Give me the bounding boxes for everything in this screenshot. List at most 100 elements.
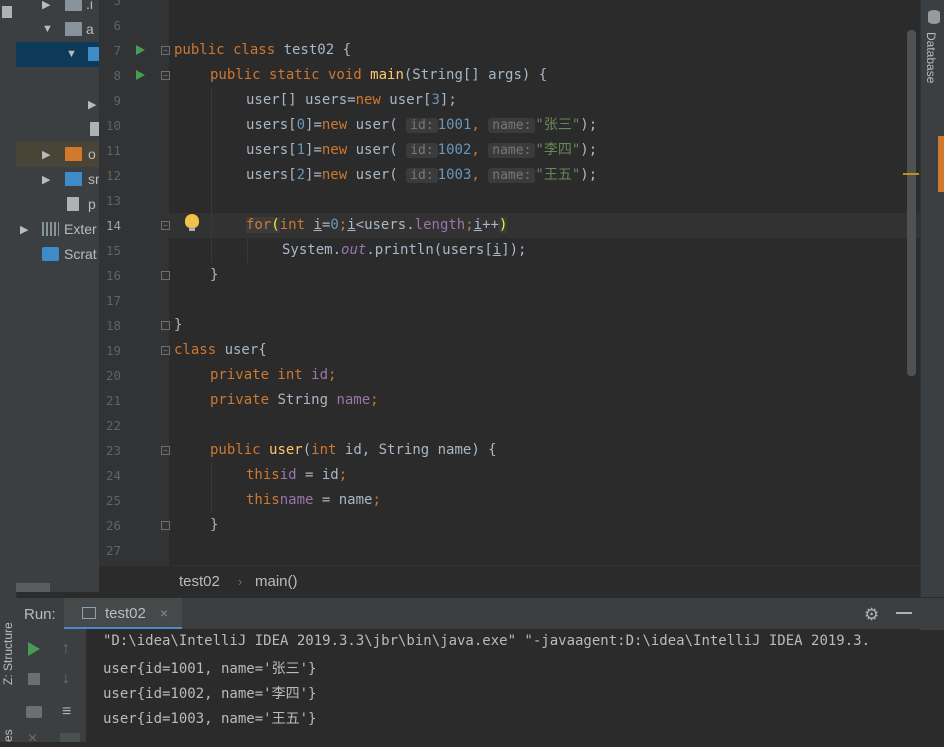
console-line: user{id=1001, name='张三'}: [103, 661, 317, 677]
code-line: thisid = id;: [246, 467, 348, 483]
structure-tab[interactable]: Z: Structure: [0, 600, 16, 685]
line-number: 15: [105, 243, 121, 258]
collapse-arrow-icon[interactable]: ▼: [42, 23, 53, 35]
line-number: 6: [113, 18, 121, 33]
parameter-hint: id:: [406, 118, 438, 133]
code-line: users[1]=new user( id: 1002, name: "李四");: [246, 142, 598, 158]
scroll-to-end-icon[interactable]: [60, 733, 80, 742]
folder-icon: [65, 0, 82, 11]
up-arrow-icon[interactable]: ↑: [62, 641, 70, 657]
stop-icon[interactable]: [28, 673, 40, 685]
collapse-arrow-icon[interactable]: ▼: [66, 48, 77, 60]
expand-arrow-icon[interactable]: ▶: [88, 98, 96, 111]
tree-item[interactable]: [16, 117, 99, 142]
console-line: user{id=1003, name='王五'}: [103, 711, 317, 727]
notifications-tab[interactable]: [938, 136, 944, 192]
breadcrumb-method[interactable]: main(): [255, 573, 298, 590]
camera-icon[interactable]: [26, 706, 42, 718]
code-line: }: [210, 267, 219, 283]
editor-vertical-scrollbar[interactable]: [907, 30, 916, 376]
line-number: 25: [105, 493, 121, 508]
code-line-current: for(int i=0;i<users.length;i++): [246, 217, 508, 233]
line-number: 22: [105, 418, 121, 433]
run-tab-label: test02: [105, 605, 146, 622]
left-tool-strip: Z: Structure es: [0, 0, 17, 742]
line-number-current: 14: [105, 218, 121, 233]
line-number: 12: [105, 168, 121, 183]
code-line: class user{: [174, 342, 267, 358]
tree-item[interactable]: Scrat: [16, 242, 99, 267]
parameter-hint: name:: [488, 168, 536, 183]
run-main-icon[interactable]: [136, 70, 145, 80]
code-line: }: [174, 317, 183, 333]
console-icon: [82, 607, 96, 619]
tree-item[interactable]: ▼ a: [16, 17, 99, 42]
project-tool-icon[interactable]: [2, 6, 12, 18]
line-number: 18: [105, 318, 121, 333]
parameter-hint: name:: [488, 143, 536, 158]
line-number: 8: [113, 68, 121, 83]
tree-item-selected[interactable]: ▼: [16, 42, 99, 67]
file-icon: [90, 122, 99, 136]
favorites-tab-label: es: [1, 729, 15, 742]
expand-arrow-icon[interactable]: ▶: [42, 0, 50, 11]
line-number: 23: [105, 443, 121, 458]
code-line: private int id;: [210, 367, 337, 383]
code-line: thisname = name;: [246, 492, 381, 508]
line-number: 20: [105, 368, 121, 383]
tree-item[interactable]: ▶ .i: [16, 0, 99, 17]
line-number: 13: [105, 193, 121, 208]
database-tab[interactable]: Database: [922, 8, 942, 98]
parameter-hint: id:: [406, 168, 438, 183]
scratches-icon: [42, 247, 59, 261]
parameter-hint: id:: [406, 143, 438, 158]
line-number: 27: [105, 543, 121, 558]
line-number: 24: [105, 468, 121, 483]
folder-icon: [65, 172, 82, 186]
code-line: }: [210, 517, 219, 533]
rerun-icon[interactable]: [28, 642, 40, 656]
code-line: user[] users=new user[3];: [246, 92, 457, 108]
folder-icon: [88, 47, 99, 61]
line-number: 11: [105, 143, 121, 158]
code-line: public user(int id, String name) {: [210, 442, 497, 458]
run-tab[interactable]: test02 ×: [64, 598, 182, 630]
tree-item[interactable]: ▶: [16, 92, 99, 117]
code-line: System.out.println(users[i]);: [282, 242, 527, 258]
code-line: public class test02 {: [174, 42, 352, 58]
tree-item[interactable]: p: [16, 192, 99, 217]
tree-item[interactable]: ▶ o: [16, 142, 99, 167]
line-number: 5: [113, 0, 121, 8]
soft-wrap-icon[interactable]: ≡: [62, 704, 71, 720]
project-horizontal-scrollbar[interactable]: [16, 583, 50, 592]
line-number: 16: [105, 268, 121, 283]
close-tab-icon[interactable]: ×: [160, 605, 168, 621]
run-title: Run:: [24, 606, 56, 623]
warning-marker[interactable]: [903, 173, 919, 175]
line-number: 26: [105, 518, 121, 533]
code-line: public static void main(String[] args) {: [210, 67, 548, 83]
tree-item[interactable]: ▶ sr: [16, 167, 99, 192]
expand-arrow-icon[interactable]: ▶: [20, 223, 28, 236]
breadcrumb: test02 › main(): [99, 565, 920, 598]
favorites-tab[interactable]: es: [0, 722, 16, 742]
intention-bulb-icon[interactable]: [185, 214, 199, 231]
line-number: 21: [105, 393, 121, 408]
line-number: 10: [105, 118, 121, 133]
code-line: private String name;: [210, 392, 379, 408]
expand-arrow-icon[interactable]: ▶: [42, 173, 50, 186]
down-arrow-icon[interactable]: ↓: [62, 671, 70, 687]
project-tree: ▶ .i ▼ a ▼ ▶ ▶ o ▶ sr p ▶ Exter Scrat: [16, 0, 99, 592]
run-panel-header: Run: test02 × ⚙: [16, 597, 944, 630]
expand-arrow-icon[interactable]: ▶: [42, 148, 50, 161]
run-toolbar: ↑ ↓ ≡ ×: [16, 629, 86, 747]
database-icon: [928, 10, 940, 24]
tree-item[interactable]: ▶ Exter: [16, 217, 99, 242]
folder-icon: [65, 22, 82, 36]
close-icon[interactable]: ×: [28, 731, 37, 747]
run-class-icon[interactable]: [136, 45, 145, 55]
minimize-icon[interactable]: [896, 612, 912, 614]
gear-icon[interactable]: ⚙: [864, 605, 879, 625]
breadcrumb-class[interactable]: test02: [179, 573, 220, 590]
line-number: 17: [105, 293, 121, 308]
